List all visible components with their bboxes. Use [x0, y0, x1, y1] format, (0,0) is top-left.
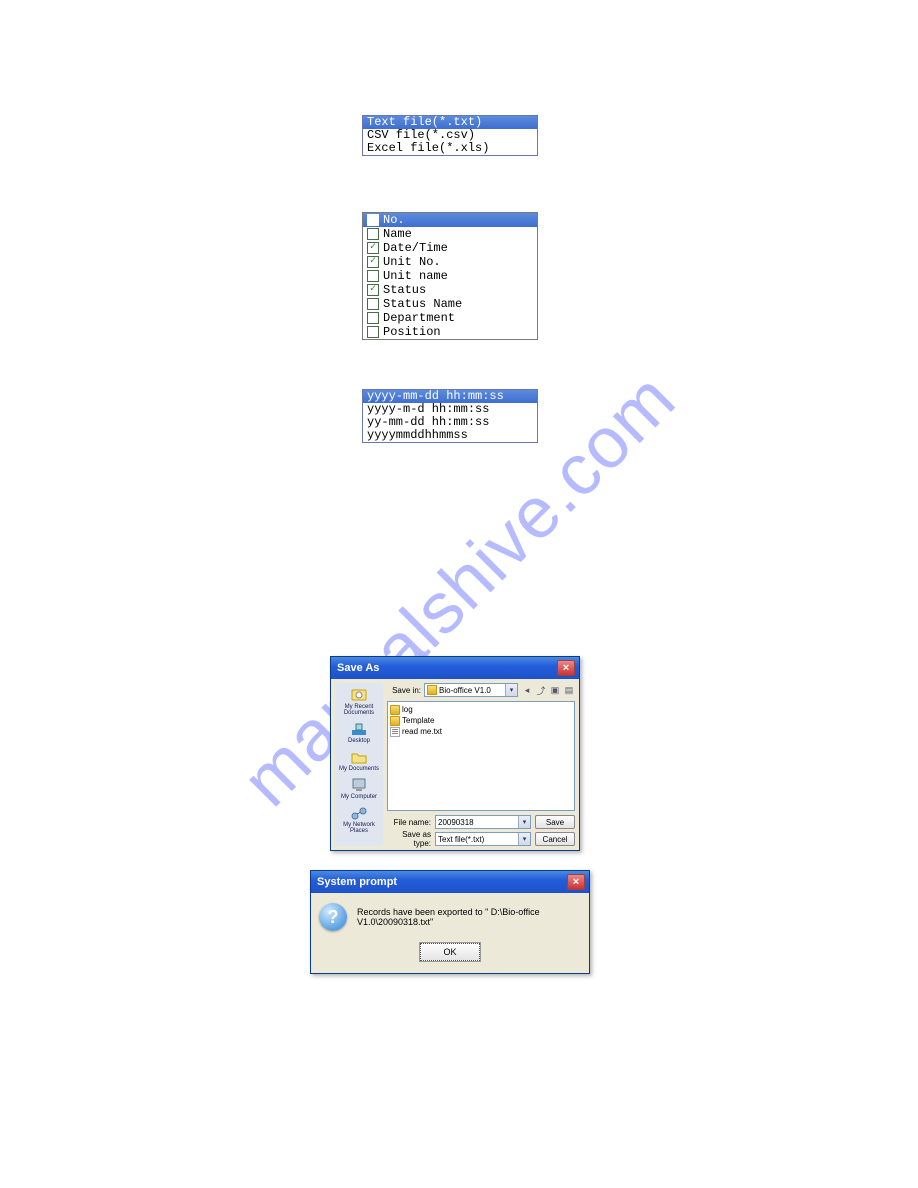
- field-option[interactable]: Status Name: [363, 297, 537, 311]
- file-name-label: File name:: [387, 815, 431, 829]
- file-entry-label: log: [402, 704, 413, 715]
- back-icon[interactable]: ◂: [521, 684, 533, 696]
- places-bar: My Recent Documents Desktop My Documents My…: [335, 683, 383, 846]
- save-button[interactable]: Save: [535, 815, 575, 829]
- file-type-option[interactable]: CSV file(*.csv): [363, 129, 537, 142]
- folder-icon: [390, 716, 400, 726]
- field-option[interactable]: Unit No.: [363, 255, 537, 269]
- field-label: No.: [383, 213, 405, 227]
- save-as-type-label: Save as type:: [387, 832, 431, 846]
- place-icon: [349, 686, 369, 704]
- close-icon[interactable]: ×: [557, 660, 575, 676]
- place-label: My Recent Documents: [337, 704, 381, 716]
- chevron-down-icon[interactable]: ▾: [518, 816, 530, 828]
- question-icon: ?: [319, 903, 347, 931]
- field-label: Name: [383, 227, 412, 241]
- file-type-option[interactable]: Text file(*.txt): [363, 116, 537, 129]
- checkbox-icon[interactable]: [367, 270, 379, 282]
- checkbox-icon[interactable]: [367, 256, 379, 268]
- date-format-listbox[interactable]: yyyy-mm-dd hh:mm:ssyyyy-m-d hh:mm:ssyy-m…: [362, 389, 538, 443]
- text-file-icon: [390, 727, 400, 737]
- place-label: My Network Places: [337, 822, 381, 834]
- places-item[interactable]: Desktop: [337, 719, 381, 745]
- checkbox-icon[interactable]: [367, 326, 379, 338]
- views-icon[interactable]: ▤: [563, 684, 575, 696]
- save-in-label: Save in:: [387, 686, 421, 695]
- file-entry-label: Template: [402, 715, 434, 726]
- checkbox-icon[interactable]: [367, 284, 379, 296]
- file-list-area[interactable]: logTemplateread me.txt: [387, 701, 575, 811]
- place-icon: [349, 748, 369, 766]
- checkbox-icon[interactable]: [367, 228, 379, 240]
- checkbox-icon[interactable]: [367, 242, 379, 254]
- file-entry-label: read me.txt: [402, 726, 442, 737]
- dialog-titlebar: System prompt ×: [311, 871, 589, 893]
- save-as-type-combo[interactable]: Text file(*.txt) ▾: [435, 832, 531, 846]
- field-option[interactable]: Position: [363, 325, 537, 339]
- folder-icon: [390, 705, 400, 715]
- places-item[interactable]: My Computer: [337, 775, 381, 801]
- ok-button[interactable]: OK: [420, 943, 480, 961]
- file-entry[interactable]: read me.txt: [390, 726, 572, 737]
- folder-icon: [427, 685, 437, 695]
- new-folder-icon[interactable]: ▣: [549, 684, 561, 696]
- places-item[interactable]: My Recent Documents: [337, 685, 381, 717]
- chevron-down-icon[interactable]: ▾: [518, 833, 530, 845]
- places-item[interactable]: My Network Places: [337, 803, 381, 835]
- file-entry[interactable]: Template: [390, 715, 572, 726]
- date-format-option[interactable]: yyyymmddhhmmss: [363, 429, 537, 442]
- file-entry[interactable]: log: [390, 704, 572, 715]
- field-option[interactable]: Department: [363, 311, 537, 325]
- prompt-message: Records have been exported to " D:\Bio-o…: [357, 907, 581, 927]
- cancel-button[interactable]: Cancel: [535, 832, 575, 846]
- dialog-title: System prompt: [317, 876, 397, 888]
- place-label: My Documents: [339, 766, 379, 772]
- system-prompt-dialog: System prompt × ? Records have been expo…: [310, 870, 590, 974]
- file-type-listbox[interactable]: Text file(*.txt)CSV file(*.csv)Excel fil…: [362, 115, 538, 156]
- file-type-option[interactable]: Excel file(*.xls): [363, 142, 537, 155]
- place-icon: [349, 776, 369, 794]
- checkbox-icon[interactable]: [367, 298, 379, 310]
- file-name-input[interactable]: 20090318 ▾: [435, 815, 531, 829]
- place-icon: [349, 720, 369, 738]
- checkbox-icon[interactable]: [367, 214, 379, 226]
- field-option[interactable]: Name: [363, 227, 537, 241]
- field-option[interactable]: Date/Time: [363, 241, 537, 255]
- places-item[interactable]: My Documents: [337, 747, 381, 773]
- checkbox-icon[interactable]: [367, 312, 379, 324]
- close-icon[interactable]: ×: [567, 874, 585, 890]
- field-label: Status: [383, 283, 426, 297]
- save-in-value: Bio-office V1.0: [439, 686, 491, 695]
- field-option[interactable]: No.: [363, 213, 537, 227]
- save-as-dialog: Save As × My Recent Documents Desktop My D…: [330, 656, 580, 851]
- field-label: Unit name: [383, 269, 448, 283]
- place-label: My Computer: [341, 794, 377, 800]
- field-label: Unit No.: [383, 255, 441, 269]
- dialog-titlebar: Save As ×: [331, 657, 579, 679]
- place-label: Desktop: [348, 738, 370, 744]
- file-name-value: 20090318: [438, 818, 474, 827]
- date-format-option[interactable]: yyyy-m-d hh:mm:ss: [363, 403, 537, 416]
- field-label: Date/Time: [383, 241, 448, 255]
- save-as-type-value: Text file(*.txt): [438, 835, 484, 844]
- place-icon: [349, 804, 369, 822]
- field-option[interactable]: Unit name: [363, 269, 537, 283]
- date-format-option[interactable]: yy-mm-dd hh:mm:ss: [363, 416, 537, 429]
- field-checklist[interactable]: No.NameDate/TimeUnit No.Unit nameStatusS…: [362, 212, 538, 340]
- date-format-option[interactable]: yyyy-mm-dd hh:mm:ss: [363, 390, 537, 403]
- up-icon[interactable]: ⤴: [535, 684, 547, 696]
- field-label: Position: [383, 325, 441, 339]
- dialog-title: Save As: [337, 662, 379, 674]
- field-label: Department: [383, 311, 455, 325]
- field-label: Status Name: [383, 297, 462, 311]
- save-in-combo[interactable]: Bio-office V1.0 ▾: [424, 683, 518, 697]
- chevron-down-icon[interactable]: ▾: [505, 684, 517, 696]
- nav-toolbar: ◂ ⤴ ▣ ▤: [521, 684, 575, 696]
- field-option[interactable]: Status: [363, 283, 537, 297]
